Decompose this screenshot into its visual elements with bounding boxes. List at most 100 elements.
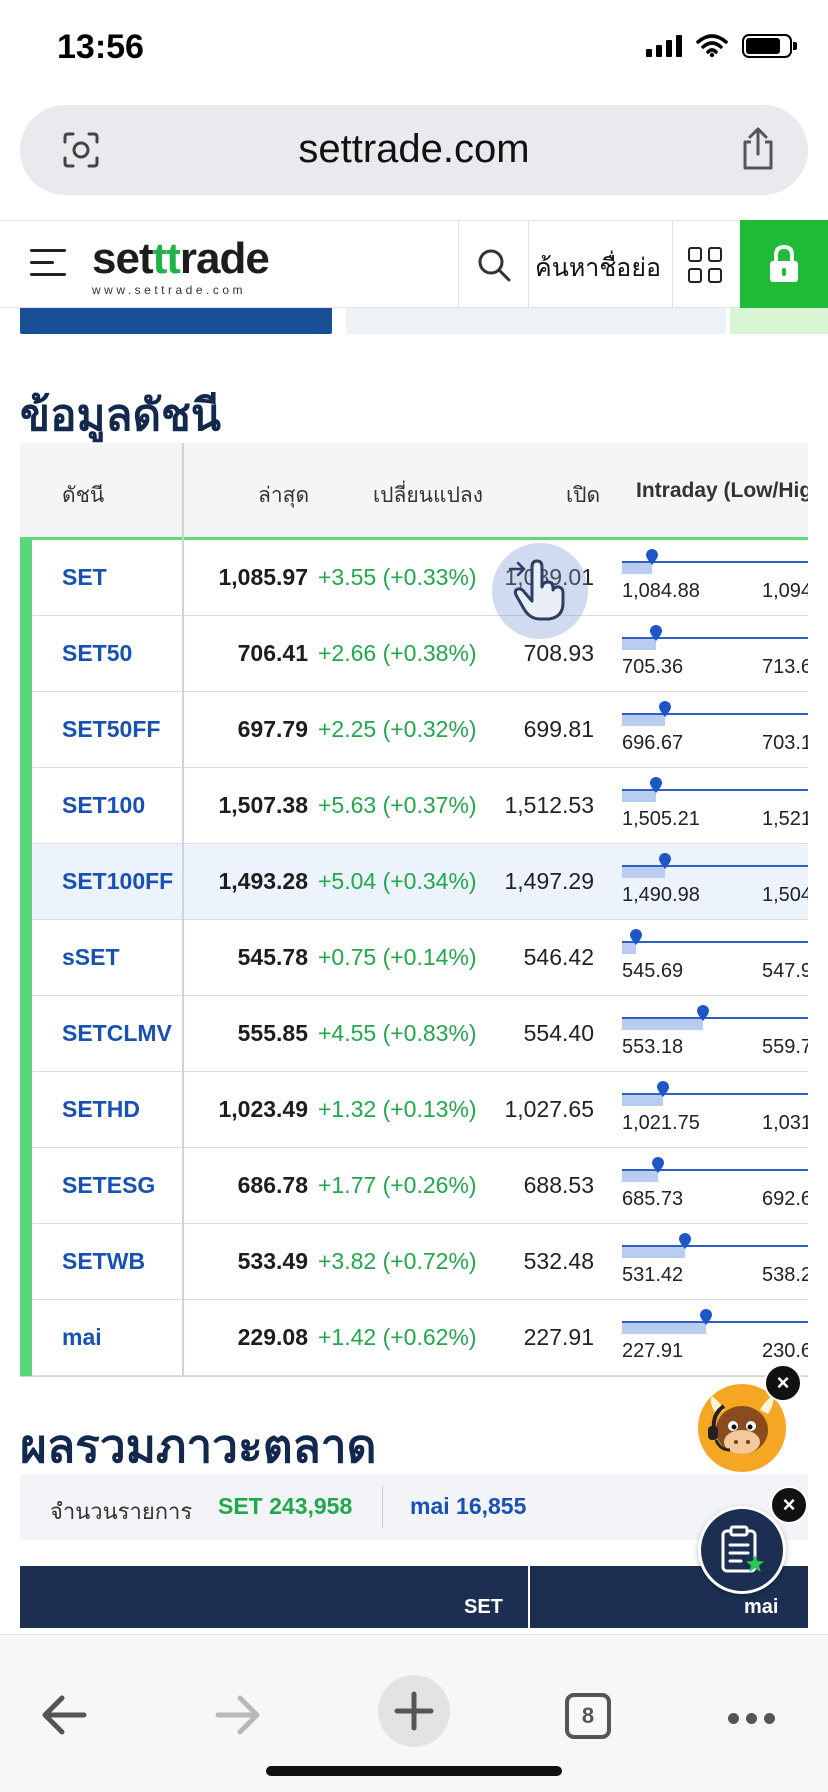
intraday-low: 553.18 [622,1036,684,1058]
index-name-link[interactable]: SET50 [62,640,132,667]
row-status-bar [20,996,32,1072]
last-value: 1,507.38 [218,792,308,818]
more-icon[interactable] [728,1713,775,1724]
range-marker-icon [652,1157,664,1173]
intraday-range: 1,490.98 1,504.17 [622,853,808,914]
tab-secondary[interactable] [346,308,726,334]
index-name-link[interactable]: SETWB [62,1248,145,1275]
tab-tertiary[interactable] [730,308,828,334]
section-title-index-info: ข้อมูลดัชนี [20,391,221,440]
battery-icon [742,34,797,58]
index-name-link[interactable]: SETHD [62,1096,140,1123]
range-marker-icon [659,853,671,869]
change-value: +3.82 (+0.72%) [318,1248,477,1274]
intraday-low: 1,084.88 [622,580,700,602]
notes-button[interactable] [698,1506,786,1594]
back-arrow-icon[interactable] [40,1693,88,1737]
range-marker-icon [630,929,642,945]
range-marker-icon [700,1309,712,1325]
table-row[interactable]: mai 229.08 +1.42 (+0.62%) 227.91 227.91 230.6… [20,1300,808,1376]
last-value: 697.79 [237,716,308,742]
table-row[interactable]: SETESG 686.78 +1.77 (+0.26%) 688.53 685.73 69… [20,1148,808,1224]
search-icon[interactable] [476,247,512,283]
change-value: +4.55 (+0.83%) [318,1020,477,1046]
intraday-low: 227.91 [622,1340,684,1362]
intraday-range: 696.67 703.13 [622,701,808,762]
new-tab-button[interactable] [378,1675,450,1747]
intraday-range: 685.73 692.64 [622,1157,808,1218]
close-notes-button[interactable]: × [770,1486,808,1524]
last-value: 1,023.49 [218,1096,308,1122]
plus-icon [394,1691,434,1731]
open-value: 699.81 [523,716,594,742]
table-row[interactable]: SET100 1,507.38 +5.63 (+0.37%) 1,512.53 1,50… [20,768,808,844]
settrade-logo[interactable]: setttrade www.settrade.com [92,237,270,298]
intraday-high: 1,504.17 [762,884,808,906]
apps-grid-icon[interactable] [688,247,724,283]
intraday-high: 547.91 [762,960,808,982]
last-value: 229.08 [237,1324,308,1350]
index-name-link[interactable]: SET50FF [62,716,160,743]
close-mascot-button[interactable]: × [764,1364,802,1402]
index-name-link[interactable]: SET100FF [62,868,173,895]
url-text[interactable]: settrade.com [20,127,808,172]
symbol-search-button[interactable]: ค้นหาชื่อย่อ [528,248,668,288]
table-row[interactable]: SET50 706.41 +2.66 (+0.38%) 708.93 705.36 713… [20,616,808,692]
status-time: 13:56 [57,28,144,66]
table-row[interactable]: SET 1,085.97 +3.55 (+0.33%) 1,089.01 1,084.8… [20,540,808,616]
status-bar: 13:56 [0,0,828,100]
hand-pointer-icon [508,559,565,621]
open-value: 554.40 [523,1020,594,1046]
table-row[interactable]: SETHD 1,023.49 +1.32 (+0.13%) 1,027.65 1,021… [20,1072,808,1148]
table-row[interactable]: SET50FF 697.79 +2.25 (+0.32%) 699.81 696.67 7… [20,692,808,768]
login-lock-button[interactable] [740,220,828,308]
row-status-bar [20,1148,32,1224]
change-value: +5.63 (+0.37%) [318,792,477,818]
summary-table-header: SET mai [20,1566,808,1628]
menu-icon[interactable] [30,249,66,279]
intraday-high: 538.29 [762,1264,808,1286]
address-bar[interactable]: settrade.com [20,105,808,195]
index-name-link[interactable]: sSET [62,944,120,971]
summary-mai-count: mai 16,855 [410,1493,527,1519]
open-value: 546.42 [523,944,594,970]
range-marker-icon [657,1081,669,1097]
table-row[interactable]: sSET 545.78 +0.75 (+0.14%) 546.42 545.69 547.… [20,920,808,996]
open-value: 1,497.29 [504,868,594,894]
intraday-high: 1,094.77 [762,580,808,602]
index-name-link[interactable]: SET100 [62,792,145,819]
tabs-button[interactable]: 8 [565,1693,611,1739]
index-name-link[interactable]: SETCLMV [62,1020,172,1047]
open-value: 532.48 [523,1248,594,1274]
intraday-range: 531.42 538.29 [622,1233,808,1294]
summary-col-set: SET [464,1596,503,1618]
table-row[interactable]: SETCLMV 555.85 +4.55 (+0.83%) 554.40 553.18 5… [20,996,808,1072]
home-indicator [266,1766,562,1776]
index-name-link[interactable]: SET [62,564,107,591]
intraday-low: 1,505.21 [622,808,700,830]
change-value: +5.04 (+0.34%) [318,868,477,894]
intraday-low: 696.67 [622,732,684,754]
index-table: ดัชนี ล่าสุด เปลี่ยนแปลง เปิด Intraday (… [20,443,808,1377]
table-row[interactable]: SET100FF 1,493.28 +5.04 (+0.34%) 1,497.29 1,… [20,844,808,920]
tab-active[interactable] [20,308,332,334]
summary-bar: จำนวนรายการ SET 243,958 mai 16,855 [20,1474,808,1540]
status-icons [646,34,797,58]
index-name-link[interactable]: mai [62,1324,102,1351]
table-row[interactable]: SETWB 533.49 +3.82 (+0.72%) 532.48 531.42 538… [20,1224,808,1300]
last-value: 1,085.97 [218,564,308,590]
intraday-low: 685.73 [622,1188,684,1210]
intraday-low: 1,490.98 [622,884,700,906]
change-value: +3.55 (+0.33%) [318,564,477,590]
index-name-link[interactable]: SETESG [62,1172,155,1199]
row-status-bar [20,1072,32,1148]
intraday-low: 705.36 [622,656,684,678]
row-status-bar [20,768,32,844]
intraday-range: 705.36 713.69 [622,625,808,686]
forward-arrow-icon[interactable] [214,1693,262,1737]
change-value: +2.66 (+0.38%) [318,640,477,666]
close-icon: × [776,1370,790,1395]
intraday-high: 692.64 [762,1188,808,1210]
share-icon[interactable] [738,127,778,171]
last-value: 706.41 [237,640,308,666]
